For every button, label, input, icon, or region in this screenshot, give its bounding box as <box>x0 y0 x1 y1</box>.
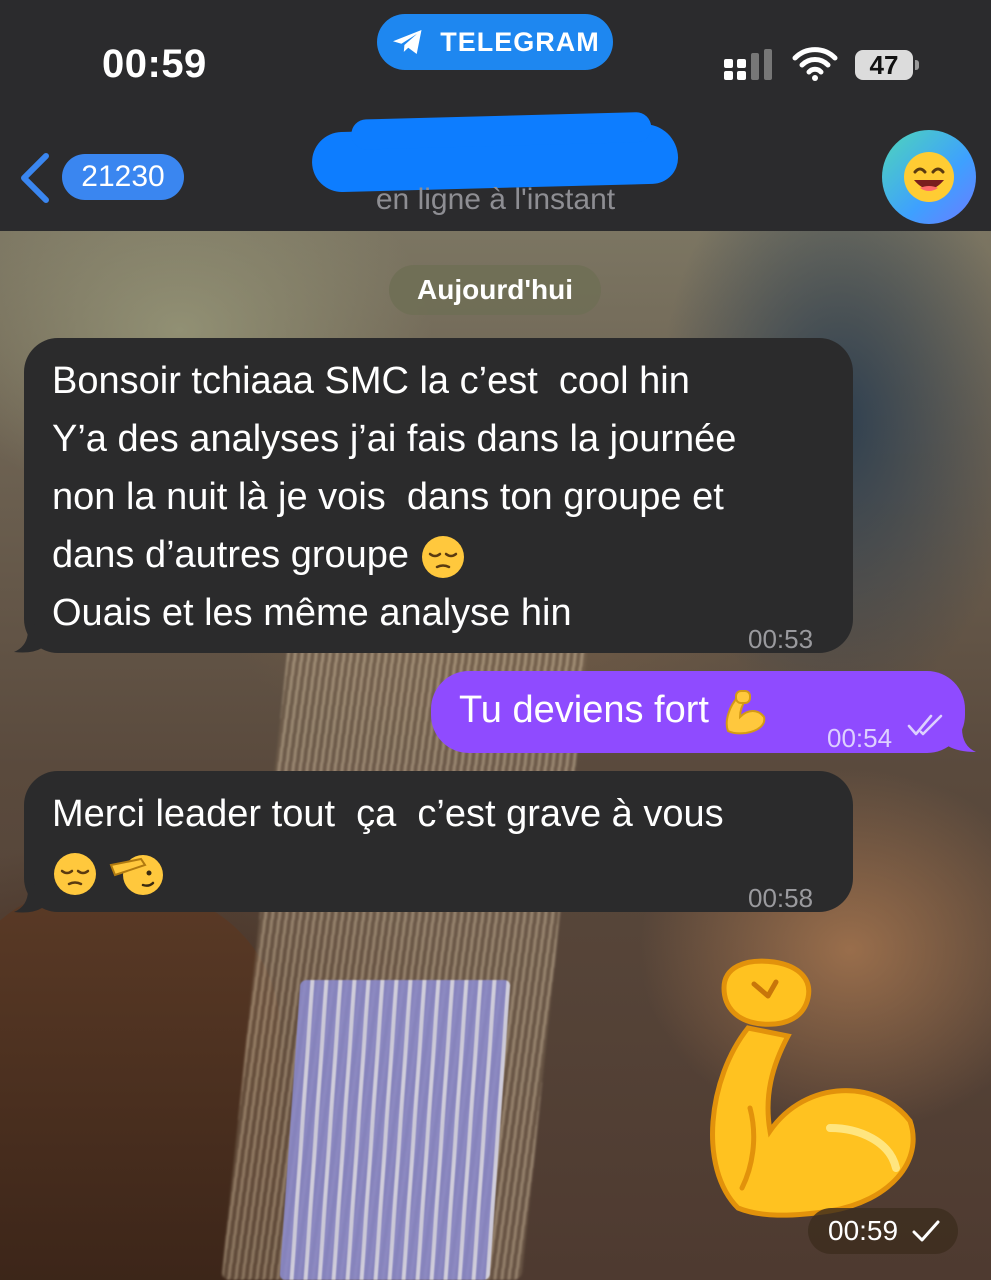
message-line: Ouais et les même analyse hin <box>52 592 572 634</box>
saluting-face-icon <box>109 854 163 895</box>
sent-check-icon <box>912 1220 940 1242</box>
pensive-face-icon <box>54 852 96 895</box>
status-time: 00:59 <box>102 42 207 86</box>
message-line: dans d’autres groupe <box>52 534 410 576</box>
message-text: Tu deviens fort <box>459 681 770 739</box>
date-separator: Aujourd'hui <box>389 265 601 315</box>
chat-header: 00:59 TELEGRAM 47 21230 en ligne à l'ins… <box>0 0 991 231</box>
grinning-face-icon <box>904 152 954 202</box>
telegram-plane-icon <box>393 30 422 54</box>
message-bubble-incoming[interactable]: Bonsoir tchiaaa SMC la c’est cool hin Y’… <box>24 338 853 654</box>
bubble-tail <box>948 718 976 752</box>
message-line: Y’a des analyses j’ai fais dans la journ… <box>52 418 737 460</box>
message-time: 00:53 <box>748 624 814 654</box>
wallpaper-blue-banknotes <box>279 980 511 1280</box>
bubble-tail <box>14 878 42 913</box>
bubble-tail <box>14 618 42 653</box>
message-time: 00:58 <box>748 883 814 913</box>
message-time: 00:59 <box>828 1215 899 1246</box>
message-time: 00:54 <box>827 723 893 753</box>
flexed-biceps-sticker[interactable] <box>680 958 940 1228</box>
wifi-icon <box>792 47 838 81</box>
message-text: Bonsoir tchiaaa SMC la c’est cool hin Y’… <box>52 352 736 642</box>
message-line: Merci leader tout ça c’est grave à vous <box>52 793 724 835</box>
contact-avatar[interactable] <box>882 130 976 224</box>
app-pill-label: TELEGRAM <box>440 26 600 57</box>
message-bubble-outgoing[interactable]: Tu deviens fort 00:54 <box>431 671 965 753</box>
message-bubble-incoming[interactable]: Merci leader tout ça c’est grave à vous … <box>24 771 853 913</box>
read-double-check-icon <box>907 714 943 736</box>
message-line: Bonsoir tchiaaa SMC la c’est cool hin <box>52 360 690 402</box>
flexed-biceps-icon <box>725 689 765 735</box>
message-text: Merci leader tout ça c’est grave à vous <box>52 785 724 901</box>
message-line: Tu deviens fort <box>459 689 709 731</box>
telegram-app-pill[interactable]: TELEGRAM <box>377 14 613 70</box>
contact-presence: en ligne à l'instant <box>375 183 616 216</box>
sticker-time: 00:59 <box>808 1208 958 1254</box>
message-line: non la nuit là je vois dans ton groupe e… <box>52 476 724 518</box>
battery-indicator: 47 <box>855 50 919 80</box>
cellular-signal-icon <box>724 49 772 80</box>
pensive-face-icon <box>421 535 464 578</box>
